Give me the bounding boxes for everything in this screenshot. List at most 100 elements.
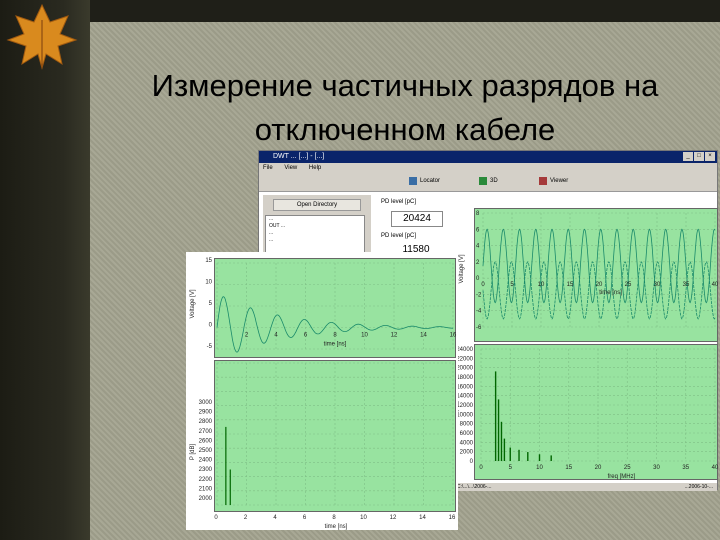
status-bar: C:\...\...\2006-... ...2006-10-... (457, 483, 717, 491)
y-tick-label: 14000 (456, 394, 473, 400)
chart-left-bottom-svg (216, 362, 454, 506)
y-axis-label: P [dB] (190, 444, 196, 461)
x-tick-label: 35 (682, 465, 689, 471)
y-axis-label: Voltage [V] (190, 289, 196, 318)
y-tick-label: 3000 (199, 400, 213, 406)
directory-tree[interactable]: ... OUT ... ... ... (265, 215, 365, 255)
tree-item[interactable]: ... (269, 216, 364, 223)
x-tick-label: 0 (214, 515, 218, 521)
x-tick-label: 15 (565, 465, 572, 471)
x-tick-label: 4 (274, 333, 278, 339)
viewer-button[interactable]: Viewer (539, 177, 568, 185)
y-tick-label: 4000 (460, 440, 474, 446)
viewer-label: Viewer (550, 178, 569, 184)
signal-chart-right: 0 5 10 15 20 25 30 35 40 8 6 4 2 0 -2 -4 -6 time [ns] (474, 208, 719, 342)
y-tick-label: 20000 (456, 366, 473, 372)
x-tick-label: 0 (479, 465, 483, 471)
x-tick-label: 6 (304, 333, 308, 339)
y-tick-label: -6 (476, 325, 482, 331)
app-title-bar: DWT ... [...] - [...] (259, 151, 717, 163)
open-directory-tab[interactable]: Open Directory (273, 199, 361, 211)
maximize-button[interactable]: □ (694, 152, 704, 161)
y-tick-label: 2100 (199, 486, 213, 492)
chart-left-top-svg: 2 4 6 8 10 12 14 16 time [ns] (216, 262, 457, 353)
y-tick-label: 6 (476, 227, 480, 233)
menu-help[interactable]: Help (309, 165, 321, 171)
y-tick-label: 2900 (199, 410, 213, 416)
y-tick-label: 10 (205, 280, 212, 286)
x-tick-label: 25 (624, 465, 631, 471)
y-tick-label: 22000 (456, 356, 473, 362)
x-tick-label: 15 (567, 282, 574, 288)
y-tick-label: 2200 (199, 477, 213, 483)
spectrum-chart-left (214, 360, 456, 512)
tree-item[interactable]: ... (269, 237, 364, 244)
x-tick-label: 6 (303, 515, 307, 521)
y-tick-label: 2400 (199, 458, 213, 464)
y-tick-label: 2700 (199, 429, 213, 435)
slide-top-bar (90, 0, 720, 22)
y-tick-label: 2500 (199, 448, 213, 454)
x-tick-label: 2 (244, 515, 248, 521)
slide-left-bar (0, 0, 90, 540)
x-tick-label: 16 (450, 333, 457, 339)
close-button[interactable]: × (705, 152, 715, 161)
x-axis-label: time [ns] (599, 290, 622, 296)
menu-file[interactable]: File (263, 165, 273, 171)
x-tick-label: 10 (360, 515, 367, 521)
x-axis-label: time [ns] (325, 524, 348, 530)
x-tick-label: 35 (683, 282, 690, 288)
x-tick-label: 12 (391, 333, 398, 339)
x-tick-label: 5 (509, 465, 513, 471)
y-tick-label: 6000 (460, 431, 474, 437)
x-axis-label: freq [MHz] (608, 474, 636, 480)
x-tick-label: 20 (596, 282, 603, 288)
y-tick-label: 18000 (456, 375, 473, 381)
pd-level-label-1: PD level [pC] (381, 199, 417, 205)
y-tick-label: 16000 (456, 384, 473, 390)
minimize-button[interactable]: _ (683, 152, 693, 161)
y-tick-label: 2000 (199, 496, 213, 502)
window-controls: _ □ × (683, 152, 715, 161)
locator-button[interactable]: Locator (409, 177, 440, 185)
locator-label: Locator (420, 178, 441, 184)
y-tick-label: -5 (207, 344, 213, 350)
x-tick-label: 14 (420, 333, 427, 339)
menu-bar: File View Help (259, 163, 717, 173)
tree-item[interactable]: OUT ... (269, 223, 364, 230)
x-tick-label: 10 (361, 333, 368, 339)
locator-icon (409, 177, 417, 185)
viewer-icon (539, 177, 547, 185)
y-tick-label: 15 (205, 258, 212, 264)
signal-chart-left: 2 4 6 8 10 12 14 16 time [ns] (214, 258, 457, 358)
toolbar: Locator 3D Viewer (259, 173, 717, 192)
y-tick-label: 8 (476, 211, 480, 217)
y-tick-label: 2300 (199, 467, 213, 473)
tree-item[interactable]: ... (269, 230, 364, 237)
y-tick-label: 24000 (456, 347, 473, 353)
spectrum-chart-right: 0 5 10 15 20 25 30 35 40 freq [MHz] (474, 344, 719, 480)
menu-view[interactable]: View (284, 165, 297, 171)
x-tick-label: 12 (390, 515, 397, 521)
y-tick-label: 8000 (460, 422, 474, 428)
chart-right-bottom-svg: 0 5 10 15 20 25 30 35 40 freq [MHz] (479, 348, 719, 480)
autumn-leaf-icon (6, 3, 78, 70)
x-tick-label: 0 (481, 282, 485, 288)
x-tick-label: 16 (449, 515, 456, 521)
x-tick-label: 40 (712, 282, 719, 288)
3d-button[interactable]: 3D (479, 177, 498, 185)
y-tick-label: 2800 (199, 419, 213, 425)
status-left: C:\...\...\2006-... (457, 484, 492, 490)
pd-level-label-2: PD level [pC] (381, 233, 417, 239)
app-title-text: DWT ... [...] - [...] (273, 153, 325, 160)
y-tick-label: 2000 (460, 450, 474, 456)
status-right: ...2006-10-... (684, 484, 713, 490)
y-tick-label: -4 (476, 309, 482, 315)
x-tick-label: 40 (712, 465, 719, 471)
title-line-1: Измерение частичных разрядов на (151, 68, 659, 103)
x-tick-label: 30 (654, 282, 661, 288)
x-tick-label: 30 (653, 465, 660, 471)
x-tick-label: 10 (538, 282, 545, 288)
y-tick-label: 4 (476, 244, 480, 250)
x-tick-label: 4 (273, 515, 277, 521)
